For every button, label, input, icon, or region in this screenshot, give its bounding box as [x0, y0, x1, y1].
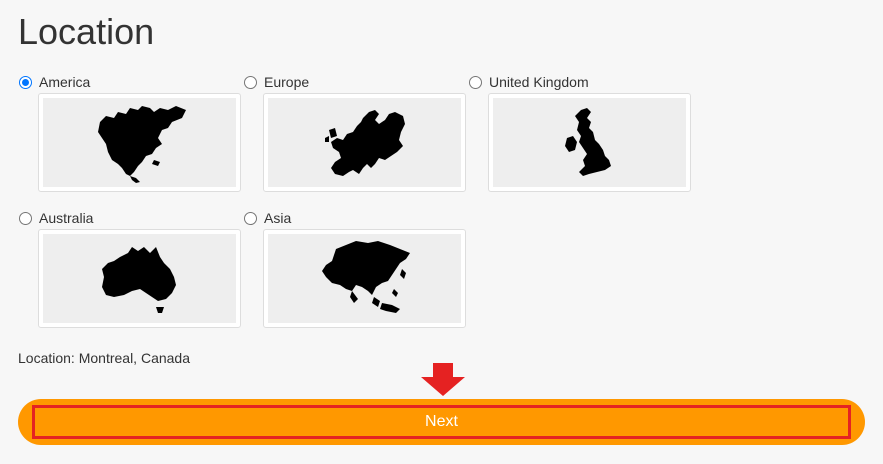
radio-label-united-kingdom[interactable]: United Kingdom [468, 73, 678, 91]
radio-label-asia[interactable]: Asia [243, 209, 453, 227]
radio-america[interactable] [19, 75, 32, 89]
radio-label-america[interactable]: America [18, 73, 228, 91]
map-area-asia [268, 234, 461, 323]
australia-map-icon [101, 246, 176, 313]
europe-map-icon [324, 109, 405, 176]
option-label-australia: Australia [39, 210, 94, 226]
radio-asia[interactable] [244, 211, 257, 225]
option-europe: Europe [243, 73, 466, 203]
option-label-asia: Asia [264, 210, 292, 226]
map-card-asia[interactable] [263, 229, 466, 328]
option-label-america: America [39, 74, 91, 90]
map-area-europe [268, 98, 461, 187]
option-america: America [18, 73, 241, 203]
map-card-america[interactable] [38, 93, 241, 192]
radio-europe[interactable] [244, 75, 257, 89]
radio-australia[interactable] [19, 211, 32, 225]
radio-united-kingdom[interactable] [469, 75, 482, 89]
option-label-europe: Europe [264, 74, 310, 90]
option-label-united-kingdom: United Kingdom [489, 74, 589, 90]
map-card-united-kingdom[interactable] [488, 93, 691, 192]
option-asia: Asia [243, 209, 466, 339]
asia-map-icon [321, 240, 410, 313]
map-card-europe[interactable] [263, 93, 466, 192]
radio-label-europe[interactable]: Europe [243, 73, 453, 91]
location-page: Location America Europe United Kingdom A… [0, 0, 883, 464]
arrow-down-icon [421, 363, 465, 396]
north-america-map-icon [97, 105, 186, 183]
location-text: Location: Montreal, Canada [18, 350, 190, 366]
option-united-kingdom: United Kingdom [468, 73, 691, 203]
united-kingdom-map-icon [564, 107, 611, 176]
map-area-america [43, 98, 236, 187]
radio-label-australia[interactable]: Australia [18, 209, 228, 227]
next-button-container: Next [18, 399, 865, 445]
next-button[interactable]: Next [32, 405, 851, 439]
map-card-australia[interactable] [38, 229, 241, 328]
map-area-united-kingdom [493, 98, 686, 187]
option-australia: Australia [18, 209, 241, 339]
map-area-australia [43, 234, 236, 323]
page-title: Location [18, 11, 155, 52]
